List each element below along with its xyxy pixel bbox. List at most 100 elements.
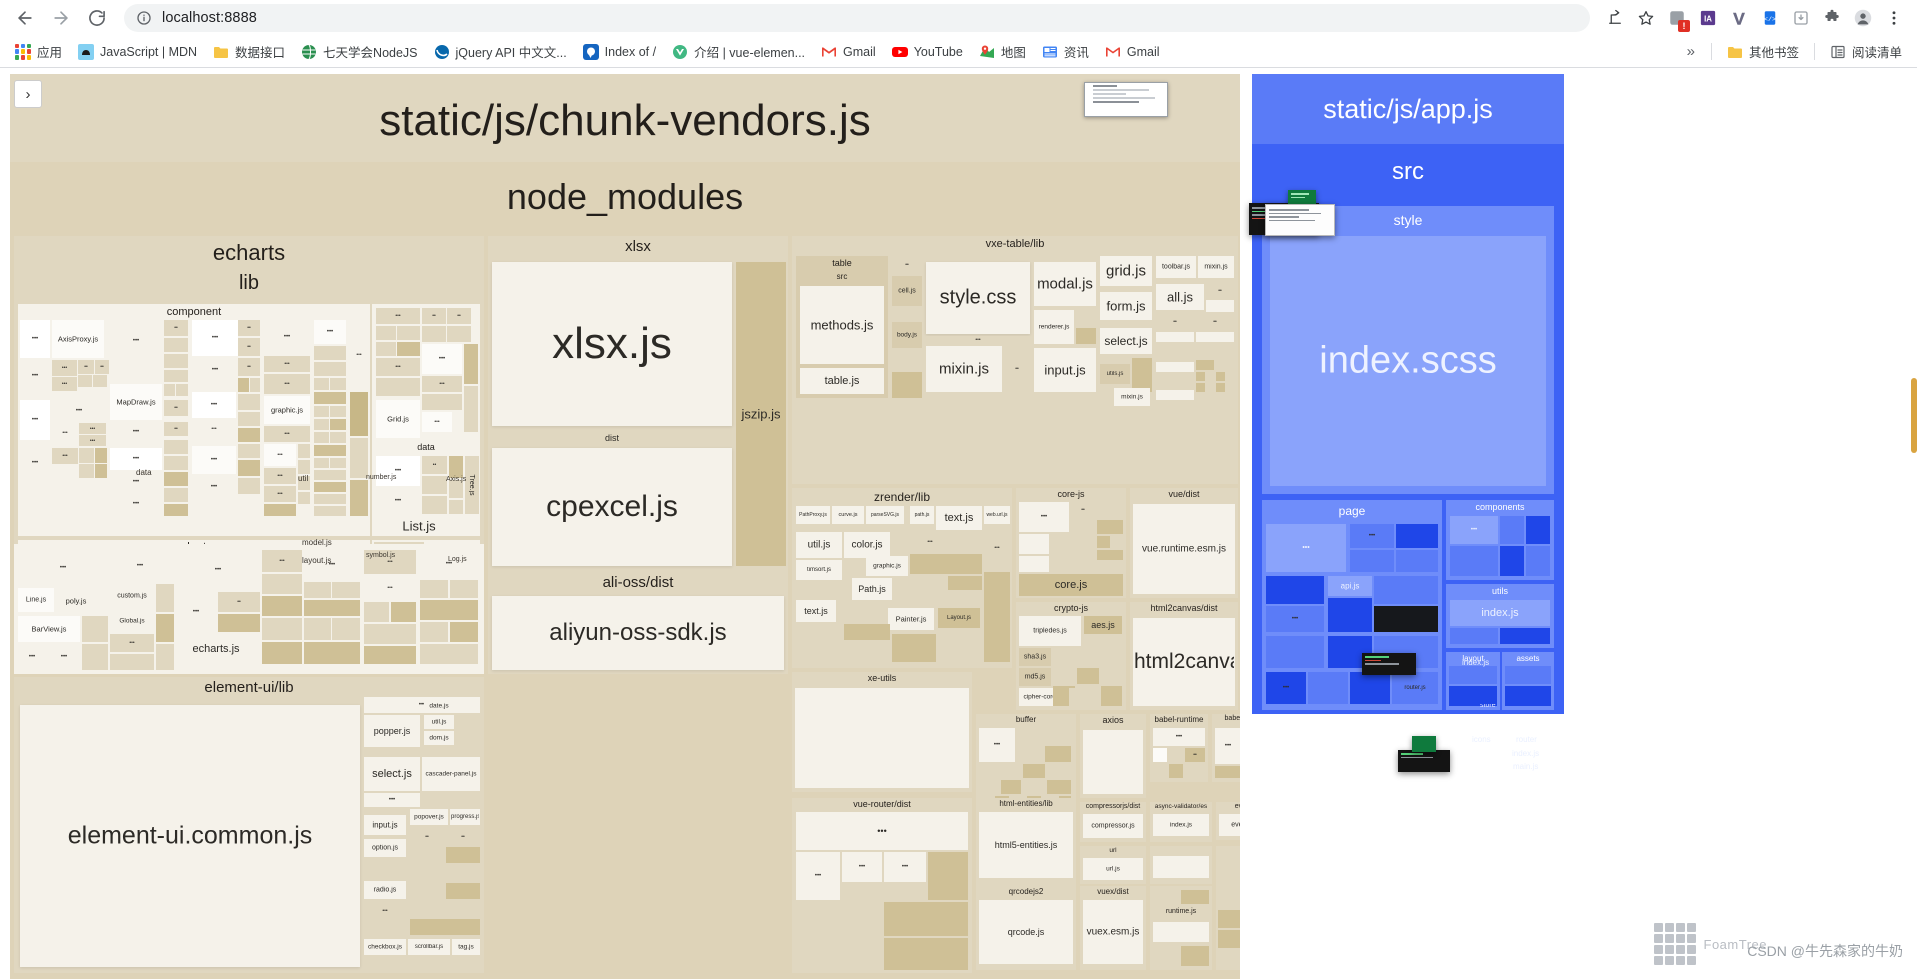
cell-generic[interactable] xyxy=(1266,576,1324,604)
group-babel-polyfill[interactable]: vue-router/dist ••• ••• ••• ••• xyxy=(792,798,972,973)
cell-generic[interactable]: ••• xyxy=(314,320,346,344)
cell-optionjs[interactable]: option.js xyxy=(364,839,406,857)
cell-generic[interactable] xyxy=(314,494,346,504)
group-vuex[interactable]: compressorjs/dist compressor.js xyxy=(1080,802,1146,842)
cell-generic[interactable]: ••• xyxy=(1215,728,1240,764)
cell-generic[interactable]: ••• xyxy=(192,420,236,438)
cell-generic[interactable]: ••• xyxy=(350,320,368,390)
cell-generic[interactable]: ••• xyxy=(110,494,162,514)
cell-generic[interactable] xyxy=(464,344,478,384)
cell-generic[interactable] xyxy=(314,470,346,480)
cell-triplesdesjs[interactable]: tripledes.js xyxy=(1019,616,1081,646)
cell-generic[interactable] xyxy=(1505,666,1551,684)
cell-generic[interactable] xyxy=(82,616,108,642)
cell-generic[interactable]: ••• xyxy=(110,320,162,362)
group-components[interactable]: components ••• xyxy=(1446,500,1554,580)
profile-avatar-icon[interactable] xyxy=(1848,3,1878,33)
cell-generic[interactable]: ••• xyxy=(52,423,78,443)
cell-element-ui-common[interactable]: element-ui.common.js xyxy=(20,705,360,967)
cell-generic[interactable]: •• xyxy=(164,320,188,336)
cell-painterjs[interactable]: Painter.js xyxy=(888,608,934,630)
cell-generic[interactable] xyxy=(330,378,346,390)
cell-generic[interactable] xyxy=(1097,536,1110,548)
cell-generic[interactable] xyxy=(314,378,329,390)
cell-generic[interactable]: ••• xyxy=(264,444,296,466)
cell-generic[interactable] xyxy=(218,614,260,632)
group-compressorjs[interactable]: async-validator/es index.js xyxy=(1150,802,1212,842)
cell-generic[interactable] xyxy=(164,354,188,368)
cell-generic[interactable] xyxy=(796,624,842,640)
cell-generic[interactable] xyxy=(304,582,331,598)
cell-generic[interactable]: ••• xyxy=(110,472,162,492)
cell-generic[interactable] xyxy=(892,308,922,320)
cell-toolbarjs[interactable]: toolbar.js xyxy=(1156,256,1196,278)
cell-generic[interactable]: ••• xyxy=(376,308,420,324)
cell-generic[interactable]: ••• xyxy=(1266,672,1306,704)
group-crypto-js[interactable]: crypto-js aes.js sha3.js md5.js triplede… xyxy=(1016,602,1126,710)
cell-modaljs[interactable]: input.js xyxy=(1034,348,1096,392)
cell-generic[interactable] xyxy=(1156,346,1194,360)
cell-generic[interactable]: •• xyxy=(218,592,260,612)
cell-pathproxyjs[interactable]: PathProxy.js xyxy=(796,506,830,524)
cell-generic[interactable]: ••• xyxy=(110,634,154,652)
cell-generic[interactable] xyxy=(1196,332,1234,342)
group-style[interactable]: style index.scss xyxy=(1262,206,1554,494)
cell-generic[interactable] xyxy=(449,480,463,498)
cell-generic[interactable] xyxy=(78,375,92,387)
group-html-entities[interactable]: qrcodejs2 qrcode.js xyxy=(976,886,1076,970)
cell-generic[interactable] xyxy=(364,624,416,644)
cell-generic[interactable] xyxy=(446,883,480,899)
cell-generic[interactable]: •• xyxy=(892,256,922,274)
group-html2canvas[interactable]: xe-utils xyxy=(792,672,972,792)
cell-generic[interactable]: ••• xyxy=(110,550,170,582)
cell-generic[interactable] xyxy=(1266,636,1324,668)
cell-generic[interactable]: ••• xyxy=(796,852,840,900)
group-url[interactable]: events events.js xyxy=(1216,802,1240,840)
page-scrollbar[interactable] xyxy=(1911,378,1917,453)
cell-generic[interactable] xyxy=(1051,554,1069,572)
cell-generic[interactable] xyxy=(796,642,888,662)
cell-generic[interactable] xyxy=(1196,346,1214,358)
vimium-extension-icon[interactable] xyxy=(1724,3,1754,33)
cell-generic[interactable]: ••• xyxy=(984,526,1010,570)
cell-generic[interactable]: ••• xyxy=(264,486,296,502)
cell-scrollbarjs[interactable]: scrollbar.js xyxy=(408,939,450,955)
cell-generic[interactable] xyxy=(979,764,999,778)
cell-generic[interactable] xyxy=(314,458,329,468)
cell-generic[interactable] xyxy=(314,432,329,443)
cell-generic[interactable] xyxy=(464,386,478,432)
cell-generic[interactable] xyxy=(376,378,420,396)
cell-generic[interactable] xyxy=(1396,524,1438,548)
cell-generic[interactable] xyxy=(1215,766,1240,778)
cell-generic[interactable]: ••• xyxy=(110,422,162,442)
cell-generic[interactable]: ••• xyxy=(176,550,260,590)
cell-generic[interactable] xyxy=(420,580,448,598)
cell-datejs[interactable]: date.js xyxy=(424,699,454,713)
cell-generic[interactable] xyxy=(364,921,406,937)
cell-celljs[interactable]: cell.js xyxy=(892,276,922,306)
bookmark-gmail-2[interactable]: Gmail xyxy=(1098,41,1167,63)
cell-inputjs-vxe[interactable]: modal.js xyxy=(1034,262,1096,306)
cell-mixinjs[interactable]: mixin.js xyxy=(926,346,1002,392)
cell-generic[interactable] xyxy=(298,444,310,458)
cell-methodsjs[interactable]: methods.js xyxy=(800,286,884,364)
cell-tablejs[interactable]: table.js xyxy=(800,368,884,394)
cell-compressorjs[interactable]: index.js xyxy=(1153,814,1209,836)
cell-generic[interactable] xyxy=(447,326,471,342)
cell-generic[interactable]: ••• xyxy=(1019,502,1069,532)
cell-generic[interactable]: ••• xyxy=(1266,606,1324,632)
cell-generic[interactable] xyxy=(884,938,968,970)
cell-bodyjs[interactable]: body.js xyxy=(892,322,922,348)
cell-treejs[interactable]: Tree.js xyxy=(465,456,479,514)
group-assets[interactable]: assets xyxy=(1502,652,1554,710)
cell-generic[interactable] xyxy=(1077,668,1099,684)
cell-generic[interactable] xyxy=(364,861,406,879)
cell-generic[interactable] xyxy=(1396,550,1438,572)
cell-curvejs[interactable]: curve.js xyxy=(832,506,864,524)
cell-tagjs[interactable]: tag.js xyxy=(452,939,480,955)
cell-generic[interactable] xyxy=(1206,300,1234,312)
cell-sha3js[interactable]: sha3.js xyxy=(1019,648,1051,666)
cell-generic[interactable] xyxy=(422,394,462,410)
cell-generic[interactable]: •• xyxy=(1206,284,1234,298)
cell-generic[interactable] xyxy=(1076,310,1096,326)
